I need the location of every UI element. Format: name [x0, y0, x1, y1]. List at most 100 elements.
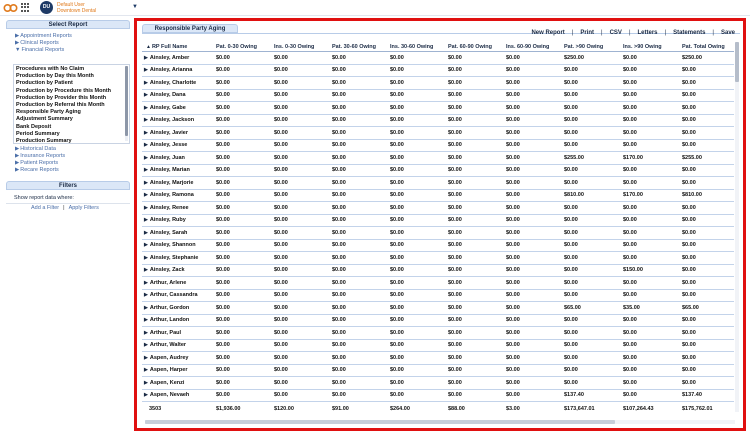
expand-row-icon[interactable]: ▶	[144, 392, 148, 398]
report-list-scrollbar[interactable]	[125, 66, 128, 141]
table-row[interactable]: ▶ Ainsley, Ruby $0.00 $0.00 $0.00 $0.00 $0.00 $…	[142, 214, 734, 227]
table-row[interactable]: ▶ Ainsley, Shannon $0.00 $0.00 $0.00 $0.00 $0.…	[142, 239, 734, 252]
report-item[interactable]: Production Summary	[16, 138, 124, 143]
table-row[interactable]: ▶ Arthur, Landon $0.00 $0.00 $0.00 $0.00 $0.00…	[142, 314, 734, 327]
table-row[interactable]: ▶ Ainsley, Dana $0.00 $0.00 $0.00 $0.00 $0.00 $…	[142, 89, 734, 102]
scrollbar-thumb[interactable]	[735, 42, 739, 82]
expand-row-icon[interactable]: ▶	[144, 205, 148, 211]
expand-row-icon[interactable]: ▶	[144, 180, 148, 186]
chevron-down-icon[interactable]: ▼	[132, 4, 138, 10]
table-row[interactable]: ▶ Ainsley, Ramona $0.00 $0.00 $0.00 $0.00 $0.0…	[142, 189, 734, 202]
table-row[interactable]: ▶ Aspen, Kenzi $0.00 $0.00 $0.00 $0.00 $0.00 $0…	[142, 376, 734, 390]
table-row[interactable]: ▶ Ainsley, Jackson $0.00 $0.00 $0.00 $0.00 $0.…	[142, 114, 734, 127]
expand-row-icon[interactable]: ▶	[144, 230, 148, 236]
expand-row-icon[interactable]: ▶	[144, 280, 148, 286]
expand-row-icon[interactable]: ▶	[144, 267, 148, 273]
table-row[interactable]: ▶ Ainsley, Marian $0.00 $0.00 $0.00 $0.00 $0.0…	[142, 164, 734, 177]
column-header[interactable]: Pat. 0-30 Owing	[212, 42, 270, 52]
report-item[interactable]: Period Summary	[16, 131, 124, 138]
expand-row-icon[interactable]: ▶	[144, 92, 148, 98]
column-header[interactable]: ▲RP Full Name	[142, 42, 212, 52]
expand-row-icon[interactable]: ▶	[144, 355, 148, 361]
report-item[interactable]: Production by Referral this Month	[16, 102, 124, 109]
column-header[interactable]: Ins. 0-30 Owing	[270, 42, 328, 52]
table-row[interactable]: ▶ Arthur, Arlene $0.00 $0.00 $0.00 $0.00 $0.00…	[142, 276, 734, 290]
table-row[interactable]: ▶ Ainsley, Zack $0.00 $0.00 $0.00 $0.00 $0.00 $…	[142, 264, 734, 277]
table-row[interactable]: ▶ Ainsley, Arianna $0.00 $0.00 $0.00 $0.00 $0.…	[142, 64, 734, 77]
table-row[interactable]: ▶ Arthur, Paul $0.00 $0.00 $0.00 $0.00 $0.00 $0…	[142, 326, 734, 340]
category-appointment-reports[interactable]: ▶Appointment Reports	[15, 33, 130, 40]
report-item[interactable]: Bank Deposit	[16, 124, 124, 131]
table-horizontal-scrollbar[interactable]	[145, 420, 735, 424]
print-button[interactable]: Print	[580, 30, 594, 36]
table-row[interactable]: ▶ Ainsley, Sarah $0.00 $0.00 $0.00 $0.00 $0.00…	[142, 226, 734, 240]
column-header[interactable]: Ins. >90 Owing	[619, 42, 678, 52]
category-recare-reports[interactable]: ▶Recare Reports	[15, 167, 65, 174]
table-row[interactable]: ▶ Ainsley, Gabe $0.00 $0.00 $0.00 $0.00 $0.00 $…	[142, 101, 734, 115]
expand-row-icon[interactable]: ▶	[144, 305, 148, 311]
expand-row-icon[interactable]: ▶	[144, 55, 148, 61]
category-insurance-reports[interactable]: ▶Insurance Reports	[15, 153, 65, 160]
expand-row-icon[interactable]: ▶	[144, 292, 148, 298]
expand-row-icon[interactable]: ▶	[144, 380, 148, 386]
report-item[interactable]: Procedures with No Claim	[16, 66, 124, 73]
column-header[interactable]: Pat. 60-90 Owing	[444, 42, 502, 52]
user-avatar[interactable]: DU	[40, 1, 53, 14]
column-header[interactable]: Pat. >90 Owing	[560, 42, 619, 52]
save-button[interactable]: Save	[721, 30, 735, 36]
brand-logo-icon[interactable]	[3, 2, 18, 13]
category-financial-reports[interactable]: ▼Financial Reports	[15, 47, 130, 54]
table-vertical-scrollbar[interactable]	[735, 42, 739, 412]
expand-row-icon[interactable]: ▶	[144, 105, 148, 111]
expand-row-icon[interactable]: ▶	[144, 242, 148, 248]
expand-row-icon[interactable]: ▶	[144, 342, 148, 348]
table-row[interactable]: ▶ Arthur, Walter $0.00 $0.00 $0.00 $0.00 $0.00…	[142, 339, 734, 352]
scrollbar-thumb[interactable]	[125, 66, 128, 136]
office-name[interactable]: Downtown Dental	[57, 8, 96, 14]
category-patient-reports[interactable]: ▶Patient Reports	[15, 160, 65, 167]
table-row[interactable]: ▶ Ainsley, Stephanie $0.00 $0.00 $0.00 $0.00 $…	[142, 251, 734, 265]
expand-row-icon[interactable]: ▶	[144, 217, 148, 223]
add-filter-link[interactable]: Add a Filter	[31, 205, 59, 211]
expand-row-icon[interactable]: ▶	[144, 80, 148, 86]
expand-row-icon[interactable]: ▶	[144, 167, 148, 173]
table-row[interactable]: ▶ Ainsley, Javier $0.00 $0.00 $0.00 $0.00 $0.0…	[142, 126, 734, 140]
scrollbar-thumb[interactable]	[145, 420, 615, 424]
expand-row-icon[interactable]: ▶	[144, 155, 148, 161]
column-header[interactable]: Pat. 30-60 Owing	[328, 42, 386, 52]
report-item[interactable]: Production by Procedure this Month	[16, 88, 124, 95]
sort-ascending-icon[interactable]: ▲	[146, 44, 151, 50]
table-row[interactable]: ▶ Ainsley, Marjorie $0.00 $0.00 $0.00 $0.00 $0…	[142, 176, 734, 190]
category-historical-data[interactable]: ▶Historical Data	[15, 146, 65, 153]
expand-row-icon[interactable]: ▶	[144, 130, 148, 136]
column-header[interactable]: Ins. 60-90 Owing	[502, 42, 560, 52]
expand-row-icon[interactable]: ▶	[144, 330, 148, 336]
expand-row-icon[interactable]: ▶	[144, 67, 148, 73]
expand-row-icon[interactable]: ▶	[144, 367, 148, 373]
table-row[interactable]: ▶ Ainsley, Renee $0.00 $0.00 $0.00 $0.00 $0.00…	[142, 201, 734, 215]
table-row[interactable]: ▶ Ainsley, Juan $0.00 $0.00 $0.00 $0.00 $0.00 $…	[142, 151, 734, 165]
table-row[interactable]: ▶ Ainsley, Jesse $0.00 $0.00 $0.00 $0.00 $0.00…	[142, 139, 734, 152]
table-row[interactable]: ▶ Aspen, Nevaeh $0.00 $0.00 $0.00 $0.00 $0.00 $…	[142, 389, 734, 402]
expand-row-icon[interactable]: ▶	[144, 255, 148, 261]
statements-button[interactable]: Statements	[673, 30, 705, 36]
new-report-button[interactable]: New Report	[531, 30, 564, 36]
expand-row-icon[interactable]: ▶	[144, 317, 148, 323]
letters-button[interactable]: Letters	[638, 30, 658, 36]
table-row[interactable]: ▶ Ainsley, Amber $0.00 $0.00 $0.00 $0.00 $0.00…	[142, 51, 734, 65]
report-item[interactable]: Production by Provider this Month	[16, 95, 124, 102]
expand-row-icon[interactable]: ▶	[144, 117, 148, 123]
table-row[interactable]: ▶ Aspen, Audrey $0.00 $0.00 $0.00 $0.00 $0.00 $…	[142, 351, 734, 365]
report-item[interactable]: Production by Day this Month	[16, 73, 124, 80]
table-row[interactable]: ▶ Ainsley, Charlotte $0.00 $0.00 $0.00 $0.00 $…	[142, 76, 734, 90]
category-clinical-reports[interactable]: ▶Clinical Reports	[15, 40, 130, 47]
report-item[interactable]: Adjustment Summary	[16, 116, 124, 123]
report-item[interactable]: Production by Patient	[16, 80, 124, 87]
column-header[interactable]: Ins. 30-60 Owing	[386, 42, 444, 52]
report-item[interactable]: Responsible Party Aging	[16, 109, 124, 116]
column-header[interactable]: Pat. Total Owing	[678, 42, 734, 52]
table-row[interactable]: ▶ Arthur, Cassandra $0.00 $0.00 $0.00 $0.00 $0…	[142, 289, 734, 302]
expand-row-icon[interactable]: ▶	[144, 192, 148, 198]
csv-button[interactable]: CSV	[610, 30, 622, 36]
expand-row-icon[interactable]: ▶	[144, 142, 148, 148]
